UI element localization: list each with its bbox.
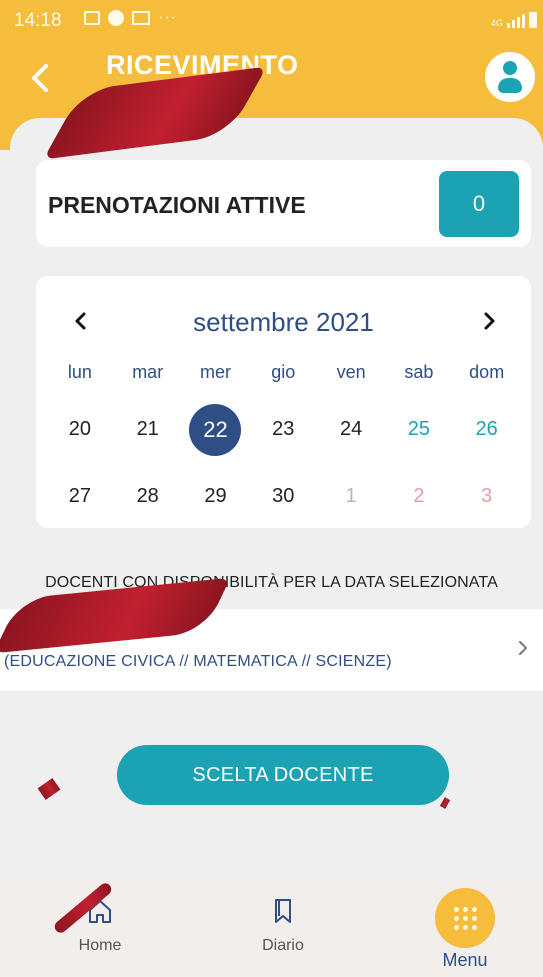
active-bookings-label: PRENOTAZIONI ATTIVE	[48, 192, 306, 218]
nav-menu-label: Menu	[442, 950, 488, 970]
nav-menu[interactable]: Menu	[425, 888, 505, 971]
nav-home[interactable]: Home	[60, 896, 140, 955]
calendar: settembre 2021 lun mar mer gio ven sab d…	[36, 276, 531, 528]
calendar-day[interactable]: 27	[46, 485, 114, 508]
chevron-right-icon	[515, 637, 531, 665]
weekday-label: gio	[271, 362, 296, 382]
nav-diario[interactable]: Diario	[243, 896, 323, 955]
calendar-day-selected[interactable]: 22	[182, 403, 250, 456]
back-arrow-icon	[32, 64, 48, 92]
network-type: 4G	[490, 18, 503, 28]
calendar-day-weekend[interactable]: 25	[385, 418, 453, 441]
availability-heading: DOCENTI CON DISPONIBILITÀ PER LA DATA SE…	[45, 574, 498, 591]
selected-day-label: 22	[189, 403, 242, 456]
weekday-label: lun	[67, 362, 92, 382]
gallery-notification-icon	[84, 11, 100, 25]
active-bookings-card: PRENOTAZIONI ATTIVE 0	[36, 160, 531, 247]
weekday-label: dom	[469, 362, 505, 382]
nav-diario-label: Diario	[262, 937, 304, 954]
choose-teacher-button[interactable]: SCELTA DOCENTE	[117, 745, 449, 805]
status-time: 14:18	[14, 10, 62, 31]
calendar-month-label: settembre 2021	[193, 307, 374, 337]
calendar-day[interactable]: 30	[249, 485, 317, 508]
calendar-day[interactable]: 28	[114, 485, 182, 508]
calendar-day[interactable]: 21	[114, 418, 182, 441]
menu-grid-icon	[435, 888, 495, 948]
bottom-navigation: Home Diario Menu	[0, 878, 543, 977]
app-notification-icon	[108, 10, 124, 26]
calendar-day-next-month: 2	[413, 485, 425, 507]
battery-icon	[529, 12, 537, 28]
calendar-week: 27 28 29 30 1 2 3	[46, 463, 521, 530]
next-month-button[interactable]	[474, 306, 504, 343]
gmail-notification-icon	[132, 11, 150, 25]
calendar-day[interactable]: 20	[46, 418, 114, 441]
calendar-day[interactable]: 23	[249, 418, 317, 441]
system-indicators: 4G	[491, 12, 537, 28]
calendar-day-next-month: 1	[345, 485, 357, 507]
bookmark-icon	[275, 899, 291, 923]
calendar-grid: lun mar mer gio ven sab dom 20 21 22 23 …	[46, 362, 521, 530]
nav-home-label: Home	[78, 937, 122, 954]
chevron-right-icon	[484, 312, 495, 330]
previous-month-button[interactable]	[66, 306, 96, 343]
weekday-label: mar	[132, 362, 164, 382]
weekday-label: mer	[199, 362, 231, 382]
signal-icon	[507, 14, 525, 28]
calendar-day-weekend[interactable]: 26	[453, 418, 521, 441]
back-button[interactable]	[24, 60, 60, 96]
notification-icons: ···	[84, 9, 177, 27]
calendar-day[interactable]: 24	[317, 418, 385, 441]
active-bookings-count[interactable]: 0	[439, 171, 519, 237]
calendar-week: 20 21 22 23 24 25 26	[46, 396, 521, 463]
calendar-day-next-month: 3	[481, 485, 493, 507]
weekday-label: sab	[404, 362, 434, 382]
more-notifications-icon: ···	[158, 9, 177, 26]
status-bar: 14:18 ··· 4G	[0, 0, 543, 40]
weekday-label: ven	[336, 362, 366, 382]
teacher-subjects: (EDUCAZIONE CIVICA // MATEMATICA // SCIE…	[4, 653, 392, 670]
calendar-day[interactable]: 29	[182, 485, 250, 508]
profile-button[interactable]	[485, 52, 535, 102]
weekday-header: lun mar mer gio ven sab dom	[46, 362, 521, 396]
chevron-left-icon	[75, 312, 86, 330]
user-icon	[503, 61, 517, 75]
